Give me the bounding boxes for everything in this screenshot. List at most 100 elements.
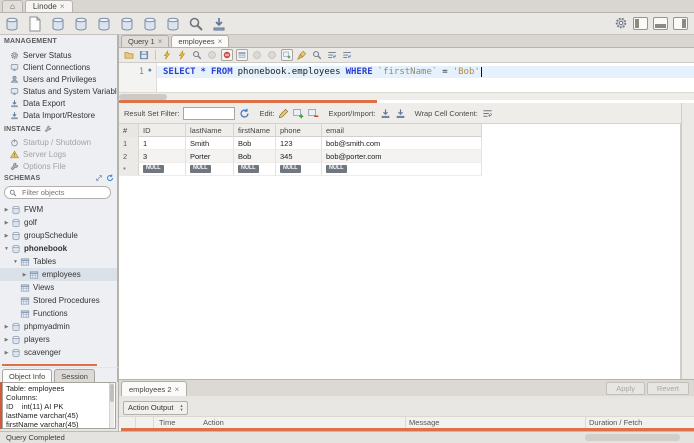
cell-id[interactable]: 3 (139, 150, 186, 163)
result-side-panel[interactable] (681, 103, 694, 414)
output-col-time[interactable]: Time (159, 418, 175, 427)
insert-row-icon[interactable] (293, 108, 304, 119)
expander-icon[interactable]: ▶ (3, 220, 10, 226)
table-row[interactable]: 1 1 Smith Bob 123 bob@smith.com (119, 137, 482, 150)
toggle-left-panel-icon[interactable] (633, 16, 648, 30)
limit-rows-toggle-icon[interactable] (236, 49, 248, 61)
open-sql-script-icon[interactable] (27, 16, 43, 32)
explain-icon[interactable] (191, 49, 203, 61)
save-script-icon[interactable] (138, 49, 150, 61)
stop-on-error-toggle-icon[interactable] (221, 49, 233, 61)
tree-item-players[interactable]: ▶ players (0, 333, 117, 346)
column-header-lastname[interactable]: lastName (186, 124, 234, 137)
autocommit-toggle-icon[interactable] (281, 49, 293, 61)
execute-current-statement-icon[interactable] (176, 49, 188, 61)
output-view-select[interactable]: Action Output ▲ ▼ (123, 400, 189, 415)
cell-firstname[interactable]: Bob (234, 150, 276, 163)
cell-null[interactable]: NULL (186, 163, 234, 176)
cell-null[interactable]: NULL (276, 163, 322, 176)
close-icon[interactable]: × (158, 37, 163, 46)
cell-null[interactable]: NULL (322, 163, 482, 176)
output-col-message[interactable]: Message (409, 418, 439, 427)
tree-item-functions[interactable]: Functions (0, 307, 117, 320)
tree-item-fwm[interactable]: ▶ FWM (0, 203, 117, 216)
tab-query-1[interactable]: Query 1 × (121, 35, 170, 47)
gear-icon[interactable] (614, 16, 628, 30)
search-table-data-icon[interactable] (188, 16, 204, 32)
refresh-schemas-icon[interactable] (106, 174, 114, 182)
stop-icon[interactable] (206, 49, 218, 61)
tree-item-groupschedule[interactable]: ▶ groupSchedule (0, 229, 117, 242)
table-row-new[interactable]: * NULL NULL NULL NULL NULL (119, 163, 482, 176)
cell-email[interactable]: bob@porter.com (322, 150, 482, 163)
edit-row-icon[interactable] (278, 108, 289, 119)
open-script-icon[interactable] (123, 49, 135, 61)
cell-phone[interactable]: 345 (276, 150, 322, 163)
sidebar-item-system-variables[interactable]: Status and System Variables (0, 85, 117, 97)
cleanup-sql-icon[interactable] (296, 49, 308, 61)
close-icon[interactable]: × (175, 385, 180, 394)
column-header-phone[interactable]: phone (276, 124, 322, 137)
delete-row-icon[interactable] (308, 108, 319, 119)
execute-icon[interactable] (161, 49, 173, 61)
revert-button[interactable]: Revert (646, 382, 689, 395)
cell-email[interactable]: bob@smith.com (322, 137, 482, 150)
create-schema-icon[interactable] (73, 16, 89, 32)
commit-icon[interactable] (251, 49, 263, 61)
wrap-text-toggle-icon[interactable] (341, 49, 353, 61)
expander-icon[interactable]: ▶ (3, 337, 10, 343)
column-header-rownum[interactable]: # (119, 124, 139, 137)
sidebar-item-data-import[interactable]: Data Import/Restore (0, 109, 117, 121)
tab-session[interactable]: Session (54, 369, 95, 382)
sidebar-item-server-logs[interactable]: Server Logs (0, 148, 117, 160)
column-header-firstname[interactable]: firstName (234, 124, 276, 137)
tree-item-phonebook[interactable]: ▼ phonebook (0, 242, 117, 255)
column-header-id[interactable]: ID (139, 124, 186, 137)
status-scroll-thumb[interactable] (585, 434, 680, 441)
home-tab[interactable]: ⌂ (2, 0, 23, 12)
schema-filter-input[interactable] (20, 187, 100, 198)
column-header-email[interactable]: email (322, 124, 482, 137)
new-query-tab-icon[interactable] (4, 16, 20, 32)
editor-horizontal-scrollbar[interactable] (119, 92, 694, 100)
tree-item-tables[interactable]: ▼ Tables (0, 255, 117, 268)
create-function-icon[interactable] (165, 16, 181, 32)
expander-icon[interactable]: ▶ (3, 233, 10, 239)
expander-icon[interactable]: ▼ (12, 259, 19, 265)
sidebar-item-client-connections[interactable]: Client Connections (0, 61, 117, 73)
reconnect-database-icon[interactable] (211, 16, 227, 32)
tab-employees-2[interactable]: employees 2 × (121, 381, 188, 396)
refresh-icon[interactable] (239, 108, 250, 119)
tree-item-views[interactable]: Views (0, 281, 117, 294)
cell-id[interactable]: 1 (139, 137, 186, 150)
inspect-database-icon[interactable] (50, 16, 66, 32)
sidebar-item-server-status[interactable]: Server Status (0, 49, 117, 61)
output-col-action[interactable]: Action (203, 418, 224, 427)
close-icon[interactable]: × (60, 2, 65, 11)
create-table-icon[interactable] (96, 16, 112, 32)
tree-item-golf[interactable]: ▶ golf (0, 216, 117, 229)
cell-firstname[interactable]: Bob (234, 137, 276, 150)
expander-icon[interactable]: ▶ (3, 324, 10, 330)
tab-employees[interactable]: employees × (171, 35, 230, 47)
create-view-icon[interactable] (119, 16, 135, 32)
result-filter-input[interactable] (183, 106, 236, 120)
import-records-icon[interactable] (395, 108, 406, 119)
expander-icon[interactable]: ▼ (3, 246, 10, 252)
output-col-duration[interactable]: Duration / Fetch (589, 418, 642, 427)
tree-item-phpmyadmin[interactable]: ▶ phpmyadmin (0, 320, 117, 333)
apply-button[interactable]: Apply (606, 382, 645, 395)
sidebar-item-data-export[interactable]: Data Export (0, 97, 117, 109)
cell-lastname[interactable]: Porter (186, 150, 234, 163)
toggle-bottom-panel-icon[interactable] (653, 16, 668, 30)
find-icon[interactable] (311, 49, 323, 61)
cell-null[interactable]: NULL (234, 163, 276, 176)
wrap-cell-content-icon[interactable] (482, 108, 493, 119)
expander-icon[interactable]: ▶ (21, 272, 28, 278)
expand-schemas-icon[interactable] (95, 174, 103, 182)
tab-object-info[interactable]: Object Info (2, 369, 53, 382)
sidebar-item-startup-shutdown[interactable]: Startup / Shutdown (0, 136, 117, 148)
expander-icon[interactable]: ▶ (3, 350, 10, 356)
sidebar-item-options-file[interactable]: Options File (0, 160, 117, 172)
tree-item-scavenger[interactable]: ▶ scavenger (0, 346, 117, 359)
